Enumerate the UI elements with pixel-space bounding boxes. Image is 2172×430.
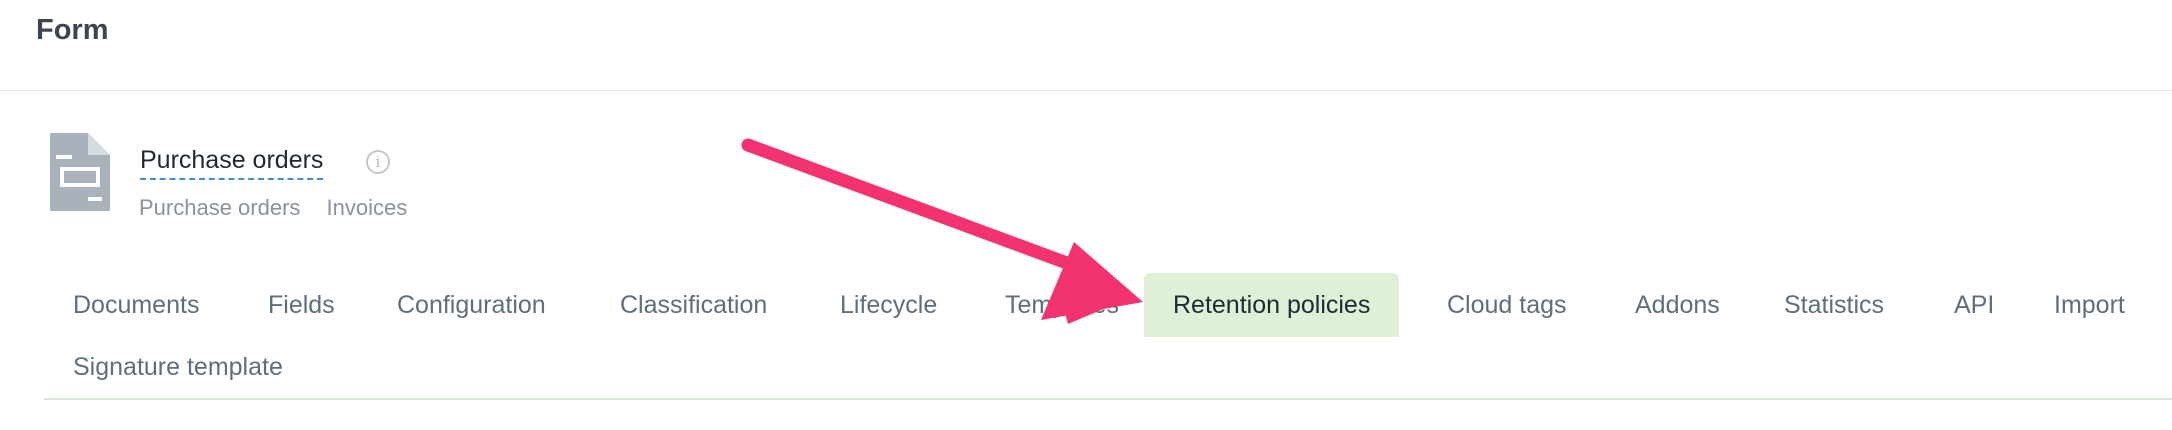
tab-import[interactable]: Import — [2025, 273, 2154, 337]
tab-addons[interactable]: Addons — [1606, 273, 1749, 337]
info-icon[interactable]: i — [366, 150, 390, 174]
tab-configuration[interactable]: Configuration — [368, 273, 575, 337]
tab-classification[interactable]: Classification — [591, 273, 796, 337]
breadcrumb: Purchase orders Invoices — [139, 195, 427, 221]
tab-statistics[interactable]: Statistics — [1755, 273, 1913, 337]
breadcrumb-item-invoices[interactable]: Invoices — [327, 195, 408, 220]
tab-documents[interactable]: Documents — [44, 273, 228, 337]
tab-api[interactable]: API — [1925, 273, 2023, 337]
form-name-link[interactable]: Purchase orders — [140, 146, 324, 180]
tab-lifecycle[interactable]: Lifecycle — [811, 273, 966, 337]
document-form-icon — [50, 133, 110, 211]
tab-cloud-tags[interactable]: Cloud tags — [1418, 273, 1596, 337]
tabs-underline — [44, 398, 2172, 400]
tab-fields[interactable]: Fields — [239, 273, 364, 337]
top-bar: Form — [0, 0, 2172, 91]
page-title: Form — [36, 14, 109, 46]
tab-retention-policies[interactable]: Retention policies — [1144, 273, 1400, 337]
tab-templates[interactable]: Templates — [976, 273, 1148, 337]
breadcrumb-item-purchase-orders[interactable]: Purchase orders — [139, 195, 300, 220]
tab-signature-template[interactable]: Signature template — [44, 335, 312, 399]
